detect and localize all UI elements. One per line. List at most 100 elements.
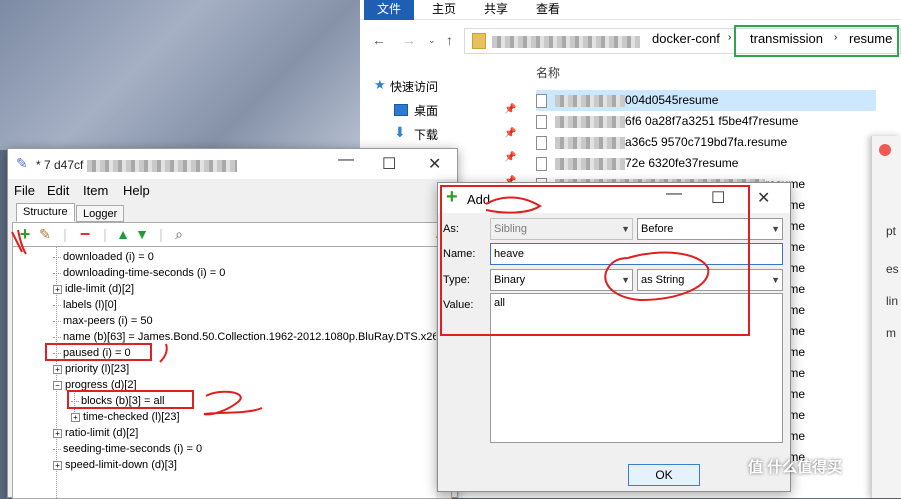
file-name-fragment: 004d0545	[625, 93, 679, 107]
side-panel-text: pt	[886, 224, 897, 238]
expand-icon[interactable]: +	[53, 284, 62, 294]
editor-toolbar: + ✎ | − | ▲ ▼ | ⌕ ▰	[12, 222, 452, 246]
tree-node-label: labels (l)[0]	[63, 299, 117, 311]
file-extension: resume	[758, 114, 799, 128]
forward-arrow-icon[interactable]: →	[402, 32, 416, 48]
menu-edit[interactable]: Edit	[47, 183, 69, 198]
tree-node-label: time-checked (l)[23]	[83, 411, 180, 423]
file-row[interactable]: 004d0545resume	[536, 90, 876, 111]
tree-node[interactable]: seeding-time-seconds (i) = 0	[53, 441, 202, 457]
pin-icon[interactable]: 📌	[504, 104, 516, 115]
tree-node[interactable]: + ratio-limit (d)[2]	[53, 425, 138, 441]
tree-node-label: name (b)[63] = James.Bond.50.Collection.…	[63, 331, 439, 343]
tree-node[interactable]: + idle-limit (d)[2]	[53, 281, 134, 297]
tab-logger[interactable]: Logger	[76, 205, 125, 222]
edit-item-icon[interactable]: ✎	[37, 226, 53, 242]
file-row[interactable]: a36c5 9570c719bd7fa.resume	[536, 132, 876, 153]
breadcrumb-highlight-annotation	[734, 25, 899, 57]
blurred-filename	[555, 115, 625, 128]
editor-title: * 7 d47cf	[36, 158, 237, 172]
ribbon-tab-view[interactable]: 查看	[526, 0, 570, 20]
pin-icon[interactable]: 📌	[504, 128, 516, 139]
desktop-icon	[394, 104, 408, 116]
move-down-icon[interactable]: ▼	[134, 226, 150, 242]
tree-node-label: ratio-limit (d)[2]	[65, 427, 139, 439]
blurred-filename	[555, 136, 625, 149]
file-icon	[536, 114, 547, 129]
recent-chevron-icon[interactable]: ⌄	[428, 35, 436, 46]
close-icon[interactable]: ✕	[428, 154, 441, 174]
tree-node-label: speed-limit-down (d)[3]	[65, 459, 177, 471]
expand-icon[interactable]: +	[53, 460, 62, 470]
column-header-name[interactable]: 名称	[536, 64, 560, 81]
tree-node-label: max-peers (i) = 50	[63, 315, 153, 327]
move-up-icon[interactable]: ▲	[115, 226, 131, 242]
tree-node[interactable]: downloaded (i) = 0	[53, 249, 154, 265]
separator: |	[103, 226, 107, 242]
remove-item-icon[interactable]: −	[77, 225, 93, 243]
app-icon: ✎	[16, 155, 28, 171]
tree-connector	[53, 256, 61, 258]
menu-help[interactable]: Help	[123, 183, 150, 198]
tree-node[interactable]: downloading-time-seconds (i) = 0	[53, 265, 225, 281]
side-panel-text: m	[886, 326, 896, 340]
tree-node[interactable]: + priority (l)[23]	[53, 361, 129, 377]
file-row[interactable]: 72e 6320fe37resume	[536, 153, 876, 174]
maximize-icon[interactable]: ☐	[382, 154, 396, 174]
separator: |	[63, 226, 67, 242]
desktop-background	[0, 0, 360, 150]
tree-node[interactable]: + speed-limit-down (d)[3]	[53, 457, 177, 473]
file-row[interactable]: 6f6 0a28f7a3251 f5be4f7resume	[536, 111, 876, 132]
collapse-icon[interactable]: −	[53, 380, 62, 390]
ribbon-tab-file[interactable]: 文件	[364, 0, 414, 20]
file-extension: resume	[747, 135, 788, 149]
blurred-filename	[555, 157, 625, 170]
tree-node-label: idle-limit (d)[2]	[65, 283, 135, 295]
tree-node[interactable]: + time-checked (l)[23]	[71, 409, 180, 425]
tree-connector	[53, 448, 61, 450]
nav-item-downloads[interactable]: ⬇ 下载	[394, 124, 438, 143]
tree-connector	[53, 336, 61, 338]
download-arrow-icon: ⬇	[394, 124, 406, 140]
breadcrumb-docker-conf[interactable]: docker-conf	[652, 31, 720, 46]
file-name-fragment: a36c5 9570c719bd7fa.	[625, 135, 748, 149]
tree-connector	[53, 304, 61, 306]
back-arrow-icon[interactable]: ←	[372, 32, 386, 48]
ribbon-tab-home[interactable]: 主页	[422, 0, 466, 20]
tree-node[interactable]: labels (l)[0]	[53, 297, 117, 313]
ribbon-tab-share[interactable]: 共享	[474, 0, 518, 20]
side-panel-text: lin	[886, 294, 899, 308]
chevron-down-icon: ▼	[771, 275, 780, 285]
file-icon	[536, 156, 547, 171]
close-icon[interactable]: ✕	[757, 188, 770, 208]
paused-highlight-annotation	[45, 343, 152, 361]
editor-menubar: File Edit Item Help	[8, 181, 457, 201]
pin-icon[interactable]: 📌	[504, 152, 516, 163]
tree-node[interactable]: max-peers (i) = 50	[53, 313, 153, 329]
file-icon	[536, 135, 547, 150]
watermark: 值 什么值得买	[748, 459, 843, 476]
up-arrow-icon[interactable]: ↑	[446, 32, 453, 48]
menu-file[interactable]: File	[14, 183, 35, 198]
expand-icon[interactable]: +	[71, 412, 80, 422]
add-item-icon[interactable]: +	[17, 225, 33, 243]
expand-icon[interactable]: +	[53, 364, 62, 374]
ok-button[interactable]: OK	[628, 464, 700, 486]
close-dot-icon[interactable]	[879, 144, 891, 156]
minimize-icon[interactable]: —	[338, 151, 354, 169]
side-panel-text: es	[886, 262, 899, 276]
add-dialog-highlight-annotation	[440, 185, 750, 336]
nav-label: 桌面	[414, 104, 439, 118]
search-icon[interactable]: ⌕	[171, 226, 187, 242]
nav-item-desktop[interactable]: 桌面	[394, 102, 439, 119]
expand-icon[interactable]: +	[53, 428, 62, 438]
structure-tree: downloaded (i) = 0 downloading-time-secon…	[12, 246, 452, 499]
file-name-fragment: 72e 6320fe37	[625, 156, 699, 170]
star-icon: ★	[374, 77, 386, 92]
chevron-down-icon: ▼	[771, 224, 780, 234]
menu-item[interactable]: Item	[83, 183, 108, 198]
side-panel: pt es lin m	[871, 136, 901, 498]
tab-structure[interactable]: Structure	[16, 203, 75, 222]
nav-item-quick-access[interactable]: ★ 快速访问	[374, 77, 438, 95]
blocks-highlight-annotation	[67, 390, 194, 409]
